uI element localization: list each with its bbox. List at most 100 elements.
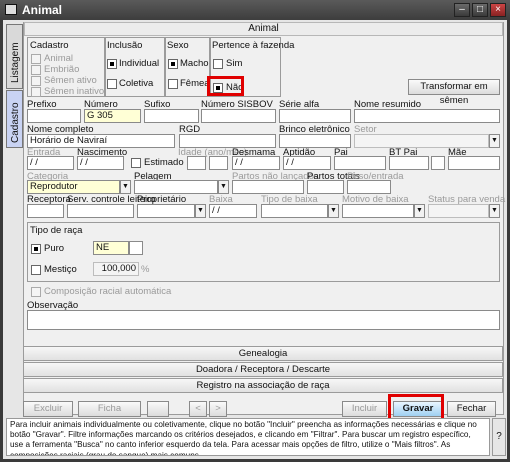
tipo-raca-title: Tipo de raça xyxy=(30,225,83,236)
individual-label: Individual xyxy=(119,58,160,69)
setor-input xyxy=(354,134,489,148)
desmama-input[interactable]: / / xyxy=(232,156,280,170)
serv-controle-input[interactable] xyxy=(67,204,134,218)
window-title: Animal xyxy=(22,3,63,17)
semen-inativo-checkbox xyxy=(31,87,41,97)
pelagem-dropdown-icon[interactable]: ▼ xyxy=(218,180,229,194)
mae-input[interactable] xyxy=(448,156,500,170)
idade-ano-input[interactable] xyxy=(187,156,206,170)
animal-checkbox xyxy=(31,54,41,64)
motivo-baixa-input[interactable] xyxy=(342,204,414,218)
brinco-input[interactable] xyxy=(279,134,351,148)
categoria-input[interactable]: Reprodutor xyxy=(27,180,120,194)
macho-checkbox[interactable] xyxy=(168,59,178,69)
pai-input[interactable] xyxy=(334,156,386,170)
coletiva-checkbox[interactable] xyxy=(107,79,117,89)
close-icon[interactable]: × xyxy=(490,3,506,17)
puro-checkbox[interactable] xyxy=(31,244,41,254)
nascimento-input[interactable]: / / xyxy=(77,156,124,170)
baixa-input[interactable]: / / xyxy=(209,204,257,218)
motivo-baixa-dropdown-icon[interactable]: ▼ xyxy=(414,204,425,218)
mestico-label: Mestiço xyxy=(44,264,77,275)
tab-listagem[interactable]: Listagem xyxy=(6,24,23,89)
femea-label: Fêmea xyxy=(180,78,210,89)
tipo-baixa-dropdown-icon[interactable]: ▼ xyxy=(328,204,339,218)
genealogia-bar[interactable]: Genealogia xyxy=(23,346,503,361)
puro-raca-aux[interactable] xyxy=(129,241,143,255)
observacao-input[interactable] xyxy=(27,310,500,330)
sexo-title: Sexo xyxy=(167,40,189,51)
status-venda-dropdown-icon: ▼ xyxy=(489,204,500,218)
window-body: Listagem Cadastro Animal Cadastro Animal… xyxy=(3,20,507,459)
doadora-bar[interactable]: Doadora / Receptora / Descarte xyxy=(23,362,503,377)
ficha-completa-button[interactable]: Ficha completa xyxy=(78,401,141,428)
semen-ativo-checkbox xyxy=(31,76,41,86)
serie-alfa-input[interactable] xyxy=(279,109,351,123)
embriao-checkbox xyxy=(31,65,41,75)
status-venda-input xyxy=(428,204,489,218)
nao-highlight xyxy=(207,76,244,96)
macho-label: Macho xyxy=(180,58,209,69)
tab-listagem-label: Listagem xyxy=(10,42,21,83)
partos-nao-lancados-input[interactable] xyxy=(232,180,304,194)
semen-ativo-label: Sêmen ativo xyxy=(44,75,97,86)
incluir-button[interactable]: Incluir xyxy=(342,401,387,417)
pelagem-input[interactable] xyxy=(134,180,218,194)
sim-checkbox[interactable] xyxy=(213,59,223,69)
animal-label: Animal xyxy=(44,53,74,64)
prefixo-input[interactable] xyxy=(27,109,81,123)
bt-pai-aux-input[interactable] xyxy=(431,156,445,170)
bt-pai-input[interactable] xyxy=(389,156,429,170)
next-button[interactable]: > xyxy=(209,401,227,417)
rgd-input[interactable] xyxy=(179,134,276,148)
proprietario-dropdown-icon[interactable]: ▼ xyxy=(195,204,206,218)
numero-input[interactable]: G 305 xyxy=(84,109,141,123)
mestico-pct-input: 100,000 xyxy=(93,262,139,276)
minimize-icon[interactable]: – xyxy=(454,3,470,17)
pct-label: % xyxy=(141,264,150,275)
tab-cadastro[interactable]: Cadastro xyxy=(6,90,23,148)
composicao-label: Composição racial automática xyxy=(44,286,172,297)
estimado-label: Estimado xyxy=(144,157,184,168)
embriao-label: Embrião xyxy=(44,64,80,75)
gravar-highlight xyxy=(388,394,444,421)
coletiva-label: Coletiva xyxy=(119,78,154,89)
puro-label: Puro xyxy=(44,243,65,254)
maximize-icon[interactable]: □ xyxy=(472,3,488,17)
sisbov-input[interactable] xyxy=(201,109,276,123)
proprietario-input[interactable] xyxy=(137,204,195,218)
fechar-button[interactable]: Fechar xyxy=(447,401,496,417)
search-button[interactable] xyxy=(147,401,169,417)
help-icon[interactable]: ? xyxy=(492,418,506,456)
app-icon xyxy=(5,4,17,15)
composicao-checkbox xyxy=(31,287,41,297)
categoria-dropdown-icon[interactable]: ▼ xyxy=(120,180,131,194)
cadastro-title: Cadastro xyxy=(30,40,69,51)
prev-button[interactable]: < xyxy=(189,401,207,417)
partos-totais-input[interactable] xyxy=(307,180,344,194)
animal-window: Animal – □ × Listagem Cadastro Animal Ca… xyxy=(0,0,510,462)
panel-header: Animal xyxy=(24,22,503,36)
nome-resumido-input[interactable] xyxy=(354,109,500,123)
nome-completo-input[interactable]: Horário de Naviraí xyxy=(27,134,175,148)
sufixo-input[interactable] xyxy=(144,109,199,123)
semen-inativo-label: Sêmen inativo xyxy=(44,86,105,97)
estimado-checkbox[interactable] xyxy=(131,158,141,168)
peso-entrada-input[interactable] xyxy=(347,180,391,194)
help-footer: Para incluir animais individualmente ou … xyxy=(6,418,490,456)
setor-dropdown-icon: ▼ xyxy=(489,134,500,148)
pertence-title: Pertence à fazenda xyxy=(212,40,295,51)
puro-raca-input[interactable]: NE xyxy=(93,241,129,255)
individual-checkbox[interactable] xyxy=(107,59,117,69)
receptora-input[interactable] xyxy=(27,204,64,218)
idade-mes-input[interactable] xyxy=(209,156,228,170)
tab-cadastro-label: Cadastro xyxy=(10,102,21,143)
registro-bar[interactable]: Registro na associação de raça xyxy=(23,378,503,393)
aptidao-input[interactable]: / / xyxy=(283,156,331,170)
excluir-button[interactable]: Excluir xyxy=(23,401,73,417)
femea-checkbox[interactable] xyxy=(168,79,178,89)
mestico-checkbox[interactable] xyxy=(31,265,41,275)
tipo-baixa-input[interactable] xyxy=(261,204,328,218)
transformar-semen-button[interactable]: Transformar em sêmen xyxy=(408,79,500,106)
entrada-input[interactable]: / / xyxy=(27,156,74,170)
